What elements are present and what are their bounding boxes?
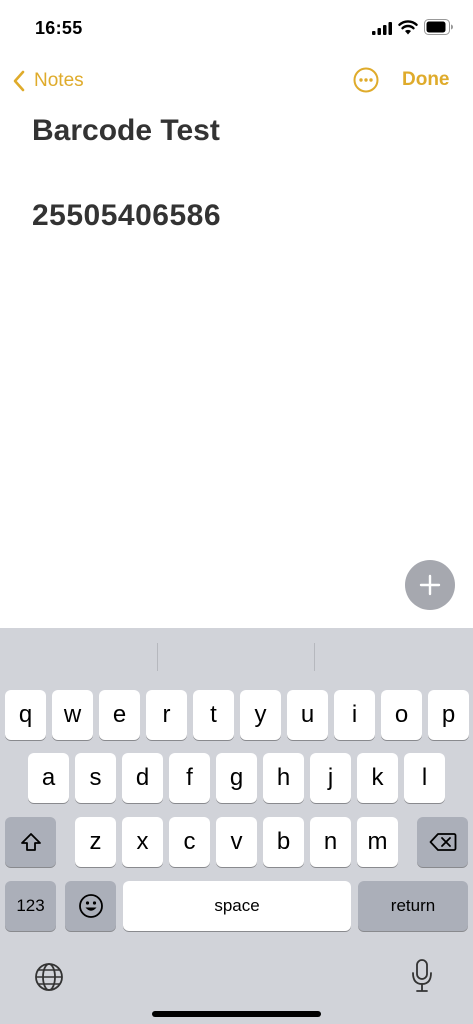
key-z[interactable]: z <box>75 817 116 867</box>
key-k[interactable]: k <box>357 753 398 803</box>
plus-icon <box>419 574 441 596</box>
key-r[interactable]: r <box>146 690 187 740</box>
note-title[interactable]: Barcode Test <box>32 114 220 148</box>
emoji-key[interactable] <box>65 881 116 931</box>
key-j[interactable]: j <box>310 753 351 803</box>
key-e[interactable]: e <box>99 690 140 740</box>
add-attachment-button[interactable] <box>405 560 455 610</box>
key-h[interactable]: h <box>263 753 304 803</box>
key-o[interactable]: o <box>381 690 422 740</box>
space-key[interactable]: space <box>123 881 351 931</box>
return-key[interactable]: return <box>358 881 468 931</box>
key-g[interactable]: g <box>216 753 257 803</box>
backspace-icon <box>429 833 456 851</box>
key-l[interactable]: l <box>404 753 445 803</box>
microphone-icon[interactable] <box>410 958 434 994</box>
shift-key[interactable] <box>5 817 56 867</box>
delete-key[interactable] <box>417 817 468 867</box>
cellular-signal-icon <box>372 22 392 35</box>
shift-icon <box>20 833 41 851</box>
keyboard: q w e r t y u i o p a s d f g h j k l z … <box>0 628 473 1024</box>
key-n[interactable]: n <box>310 817 351 867</box>
note-body[interactable]: 25505406586 <box>32 199 221 233</box>
numbers-key[interactable]: 123 <box>5 881 56 931</box>
key-b[interactable]: b <box>263 817 304 867</box>
key-q[interactable]: q <box>5 690 46 740</box>
back-button-label: Notes <box>34 70 84 91</box>
predictive-divider <box>157 643 158 671</box>
key-a[interactable]: a <box>28 753 69 803</box>
key-p[interactable]: p <box>428 690 469 740</box>
more-options-icon[interactable] <box>353 67 379 93</box>
predictive-divider <box>314 643 315 671</box>
key-d[interactable]: d <box>122 753 163 803</box>
predictive-text-bar <box>0 628 473 684</box>
key-c[interactable]: c <box>169 817 210 867</box>
status-time: 16:55 <box>35 18 83 38</box>
home-indicator <box>152 1011 321 1017</box>
emoji-icon <box>78 894 103 918</box>
key-s[interactable]: s <box>75 753 116 803</box>
done-button[interactable]: Done <box>402 69 450 91</box>
key-v[interactable]: v <box>216 817 257 867</box>
key-i[interactable]: i <box>334 690 375 740</box>
key-x[interactable]: x <box>122 817 163 867</box>
status-bar: 16:55 <box>0 0 473 58</box>
key-u[interactable]: u <box>287 690 328 740</box>
key-w[interactable]: w <box>52 690 93 740</box>
key-t[interactable]: t <box>193 690 234 740</box>
battery-icon <box>424 19 453 35</box>
navigation-bar: Notes Done <box>0 58 473 104</box>
chevron-left-icon <box>13 70 25 92</box>
back-button[interactable]: Notes <box>12 66 84 96</box>
key-m[interactable]: m <box>357 817 398 867</box>
globe-icon[interactable] <box>33 961 65 993</box>
wifi-icon <box>398 20 418 35</box>
key-f[interactable]: f <box>169 753 210 803</box>
key-y[interactable]: y <box>240 690 281 740</box>
